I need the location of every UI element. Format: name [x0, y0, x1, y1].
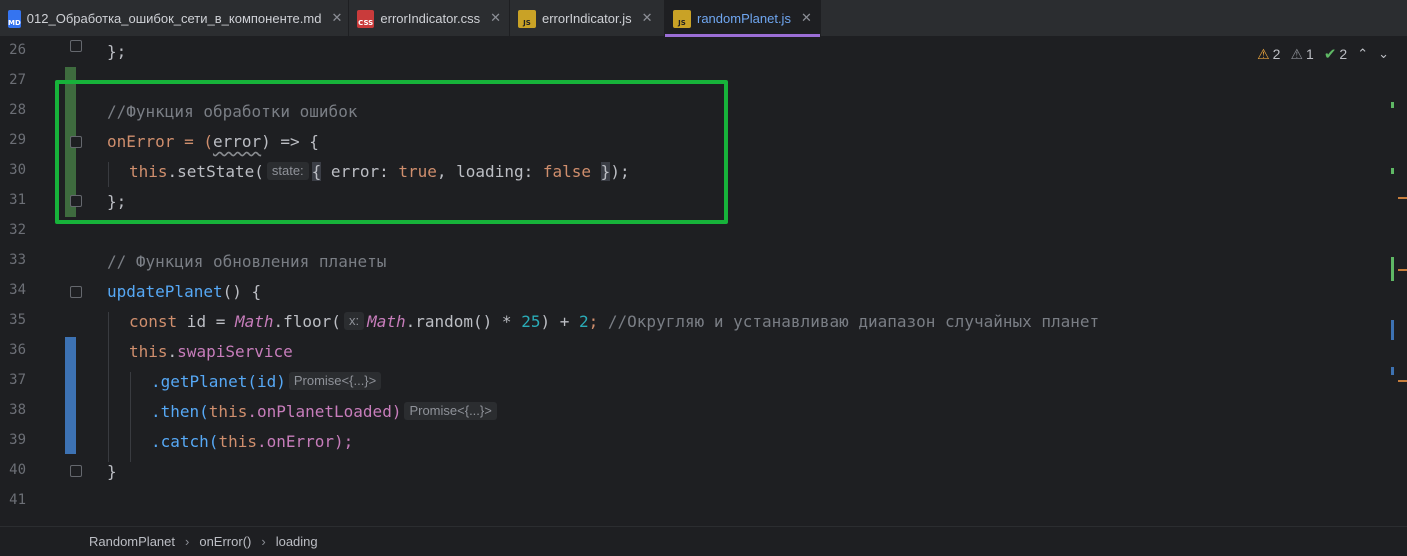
scrollbar-marker[interactable] — [1398, 269, 1407, 271]
scrollbar-marker[interactable] — [1391, 320, 1394, 340]
line-number: 33 — [9, 252, 26, 268]
code-text: .then(this.onPlanetLoaded) Promise<{...}> — [151, 401, 500, 423]
tab-error-indicator-css[interactable]: CSS errorIndicator.css ✕ — [349, 0, 510, 37]
warning-icon: ⚠ — [1257, 45, 1270, 62]
css-file-icon: CSS — [357, 9, 375, 28]
scrollbar-marker[interactable] — [1391, 102, 1394, 108]
breadcrumb-item-class[interactable]: RandomPlanet — [89, 534, 175, 549]
fold-end-icon[interactable] — [70, 40, 82, 52]
breadcrumb-item-property[interactable]: loading — [276, 534, 318, 549]
line-number: 41 — [9, 492, 26, 508]
tab-random-planet-js[interactable]: JS randomPlanet.js ✕ — [665, 0, 821, 37]
code-line-37: 37 .getPlanet(id) Promise<{...}> — [0, 367, 1390, 397]
code-line-36: 36 this.swapiService — [0, 337, 1390, 367]
code-text: updatePlanet() { — [107, 282, 262, 301]
js-file-icon: JS — [673, 9, 691, 28]
code-text: .catch(this.onError); — [151, 432, 354, 451]
fold-start-icon[interactable] — [70, 286, 82, 298]
line-number: 32 — [9, 222, 26, 238]
typo-indicator[interactable]: ✔ 2 — [1324, 45, 1347, 63]
line-number: 30 — [9, 162, 26, 178]
type-hint: Promise<{...}> — [288, 372, 382, 390]
tab-label: randomPlanet.js — [697, 11, 791, 26]
code-line-40: 40 } — [0, 457, 1390, 487]
chevron-right-icon: › — [185, 534, 190, 549]
check-icon: ✔ — [1323, 46, 1337, 63]
type-hint: Promise<{...}> — [404, 402, 497, 420]
line-number: 35 — [9, 312, 26, 328]
close-tab-icon[interactable]: ✕ — [490, 11, 501, 26]
markdown-file-icon: MD — [8, 9, 21, 28]
editor-tab-bar: MD 012_Обработка_ошибок_сети_в_компонент… — [0, 0, 1407, 37]
code-comment: // Функция обновления планеты — [107, 252, 387, 271]
line-number: 34 — [9, 282, 26, 298]
line-number: 31 — [9, 192, 26, 208]
scrollbar-marker[interactable] — [1391, 367, 1394, 375]
code-line-41: 41 — [0, 487, 1390, 517]
fold-end-icon[interactable] — [70, 465, 82, 477]
line-number: 37 — [9, 372, 26, 388]
scrollbar-marker[interactable] — [1398, 380, 1407, 382]
chevron-down-icon[interactable]: ⌄ — [1378, 46, 1389, 62]
line-number: 28 — [9, 102, 26, 118]
highlight-annotation-box — [55, 80, 728, 224]
breadcrumb: RandomPlanet › onError() › loading — [0, 526, 1407, 556]
tab-error-indicator-js[interactable]: JS errorIndicator.js ✕ — [510, 0, 665, 37]
chevron-up-icon[interactable]: ⌃ — [1357, 46, 1368, 62]
parameter-hint: x: — [343, 312, 365, 330]
code-line-39: 39 .catch(this.onError); — [0, 427, 1390, 457]
scrollbar-marker[interactable] — [1391, 257, 1394, 281]
weak-warning-icon: ⚠ — [1290, 45, 1304, 62]
line-number: 26 — [9, 42, 26, 58]
code-text: } — [107, 462, 117, 481]
code-editor[interactable]: 26 }; 27 28 //Функция обработки ошибок 2… — [0, 37, 1407, 526]
line-number: 40 — [9, 462, 26, 478]
code-line-34: 34 updatePlanet() { — [0, 277, 1390, 307]
js-file-icon: JS — [518, 9, 536, 28]
weak-warnings-indicator[interactable]: ⚠ 1 — [1290, 46, 1313, 63]
line-number: 29 — [9, 132, 26, 148]
code-line-33: 33 // Функция обновления планеты — [0, 247, 1390, 277]
scrollbar-marker[interactable] — [1398, 197, 1407, 199]
close-tab-icon[interactable]: ✕ — [801, 11, 812, 26]
warnings-indicator[interactable]: ⚠ 2 — [1257, 46, 1280, 63]
tab-md-file[interactable]: MD 012_Обработка_ошибок_сети_в_компонент… — [0, 0, 349, 37]
close-tab-icon[interactable]: ✕ — [642, 11, 653, 26]
tab-label: 012_Обработка_ошибок_сети_в_компоненте.m… — [26, 11, 322, 26]
line-number: 36 — [9, 342, 26, 358]
breadcrumb-item-method[interactable]: onError() — [199, 534, 251, 549]
close-tab-icon[interactable]: ✕ — [331, 11, 342, 26]
chevron-right-icon: › — [261, 534, 266, 549]
code-text: }; — [107, 42, 127, 61]
code-line-35: 35 const id = Math.floor(x: Math.random()… — [0, 307, 1390, 337]
inspection-widget[interactable]: ⚠ 2 ⚠ 1 ✔ 2 ⌃ ⌄ — [1257, 45, 1389, 64]
code-text: this.swapiService — [129, 342, 293, 361]
code-text: const id = Math.floor(x: Math.random() * … — [129, 312, 1100, 331]
line-number: 38 — [9, 402, 26, 418]
line-number: 39 — [9, 432, 26, 448]
line-number: 27 — [9, 72, 26, 88]
code-line-38: 38 .then(this.onPlanetLoaded) Promise<{..… — [0, 397, 1390, 427]
tab-label: errorIndicator.css — [380, 11, 481, 26]
code-text: .getPlanet(id) Promise<{...}> — [151, 371, 384, 393]
code-line-26: 26 }; — [0, 37, 1390, 67]
scrollbar-marker[interactable] — [1391, 168, 1394, 174]
tab-label: errorIndicator.js — [542, 11, 632, 26]
